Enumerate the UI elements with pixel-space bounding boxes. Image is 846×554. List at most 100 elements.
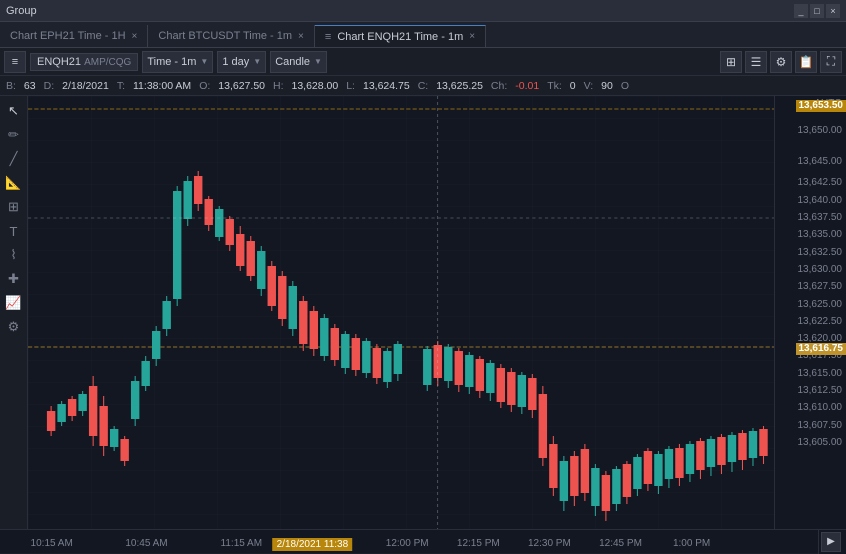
volume-value: 90 [601, 80, 613, 92]
price-axis: AUTO 13,653.50 13,650.00 13,645.00 13,64… [774, 96, 846, 529]
price-13632: 13,632.50 [798, 248, 843, 258]
text-tool[interactable]: T [3, 220, 25, 242]
chart-type-selector[interactable]: Candle ▼ [270, 51, 327, 73]
price-13622: 13,622.50 [798, 317, 843, 327]
period-arrow: ▼ [253, 57, 261, 66]
timeframe-arrow: ▼ [200, 57, 208, 66]
time-axis-inner[interactable]: 10:15 AM 10:45 AM 11:15 AM 2/18/2021 11:… [28, 530, 818, 553]
time-axis-corner: ▶ [818, 530, 846, 554]
price-13640: 13,640.00 [798, 196, 843, 206]
maximize-button[interactable]: □ [810, 4, 824, 18]
price-13615: 13,615.00 [798, 369, 843, 379]
timeframe-selector[interactable]: Time - 1m ▼ [142, 51, 213, 73]
low-value: 13,624.75 [363, 80, 410, 92]
chart-svg [28, 96, 774, 529]
price-13630: 13,630.00 [798, 265, 843, 275]
tab-btcusdt-label: Chart BTCUSDT Time - 1m [158, 30, 292, 42]
orders-icon-btn[interactable]: 📋 [795, 51, 817, 73]
close-button[interactable]: × [826, 4, 840, 18]
title-bar: Group _ □ × [0, 0, 846, 22]
price-13627: 13,627.50 [798, 282, 843, 292]
fibonacci-tool[interactable]: ⌇ [3, 244, 25, 266]
volume-label: V: [584, 80, 594, 92]
price-13612: 13,612.50 [798, 386, 843, 396]
price-13607: 13,607.50 [798, 421, 843, 431]
properties-icon-btn[interactable]: ⚙ [770, 51, 792, 73]
time-1015: 10:15 AM [31, 538, 73, 549]
price-13610: 13,610.00 [798, 403, 843, 413]
tab-eph21[interactable]: Chart EPH21 Time - 1H × [0, 25, 148, 47]
date-label: D: [44, 80, 55, 92]
time-1215: 12:15 PM [457, 538, 500, 549]
timeframe-label: Time - 1m [147, 56, 196, 68]
last-price-label: 13,616.75 [796, 343, 846, 355]
cursor-tool[interactable]: ↖ [3, 100, 25, 122]
time-1045: 10:45 AM [125, 538, 167, 549]
scroll-right-button[interactable]: ▶ [821, 532, 841, 552]
indicator-tool[interactable]: 📈 [3, 292, 25, 314]
tab-btcusdt-close[interactable]: × [298, 31, 304, 42]
left-toolbar: ↖ ✏ ╱ 📐 ⊞ T ⌇ ✚ 📈 ⚙ [0, 96, 28, 529]
chart-settings-icon-btn[interactable]: ⊞ [720, 51, 742, 73]
change-value: -0.01 [515, 80, 539, 92]
price-13650: 13,650.00 [798, 126, 843, 136]
price-13645: 13,645.00 [798, 157, 843, 167]
toolbar-right-icons: ⊞ ☰ ⚙ 📋 ⛶ [720, 51, 842, 73]
chart-type-label: Candle [275, 56, 310, 68]
tab-enqh21-label: Chart ENQH21 Time - 1m [337, 31, 463, 43]
current-price-label: 13,653.50 [796, 100, 846, 112]
low-label: L: [346, 80, 355, 92]
minimize-button[interactable]: _ [794, 4, 808, 18]
menu-icon-btn[interactable]: ≡ [4, 51, 26, 73]
grid-tool[interactable]: ⊞ [3, 196, 25, 218]
time-100: 1:00 PM [673, 538, 710, 549]
measure-tool[interactable]: 📐 [3, 172, 25, 194]
change-label: Ch: [491, 80, 507, 92]
close-value: 13,625.25 [436, 80, 483, 92]
price-13642: 13,642.50 [798, 178, 843, 188]
date-value: 2/18/2021 [62, 80, 109, 92]
other-label: O [621, 80, 629, 92]
draw-tool[interactable]: ✏ [3, 124, 25, 146]
title-bar-controls[interactable]: _ □ × [794, 4, 840, 18]
chart-area[interactable]: ENQH21 E-mini NASDAQ-100 March 2021 [28, 96, 774, 529]
chart-type-arrow: ▼ [314, 57, 322, 66]
tab-btcusdt[interactable]: Chart BTCUSDT Time - 1m × [148, 25, 315, 47]
time-1230: 12:30 PM [528, 538, 571, 549]
time-label: T: [117, 80, 125, 92]
price-13637: 13,637.50 [798, 213, 843, 223]
data-view-icon-btn[interactable]: ☰ [745, 51, 767, 73]
title-bar-title: Group [6, 5, 37, 17]
tab-eph21-close[interactable]: × [132, 31, 138, 42]
cross-tool[interactable]: ✚ [3, 268, 25, 290]
time-axis: 10:15 AM 10:45 AM 11:15 AM 2/18/2021 11:… [0, 529, 846, 553]
tab-enqh21-close[interactable]: × [469, 31, 475, 42]
fullscreen-icon-btn[interactable]: ⛶ [820, 51, 842, 73]
close-label: C: [418, 80, 429, 92]
bar-num-value: 63 [24, 80, 36, 92]
period-selector[interactable]: 1 day ▼ [217, 51, 266, 73]
period-label: 1 day [222, 56, 249, 68]
symbol-text: ENQH21 [37, 56, 81, 68]
current-time-label: 2/18/2021 11:38 [273, 538, 353, 551]
settings-tool[interactable]: ⚙ [3, 316, 25, 338]
price-13635: 13,635.00 [798, 230, 843, 240]
time-1245: 12:45 PM [599, 538, 642, 549]
symbol-selector[interactable]: ENQH21 AMP/CQG [30, 53, 138, 71]
open-label: O: [199, 80, 210, 92]
price-13625: 13,625.00 [798, 300, 843, 310]
open-value: 13,627.50 [218, 80, 265, 92]
bar-num-label: B: [6, 80, 16, 92]
tab-enqh21-icon: ≡ [325, 31, 331, 43]
time-1115: 11:15 AM [221, 538, 263, 549]
price-13605: 13,605.00 [798, 438, 843, 448]
chart-container: ↖ ✏ ╱ 📐 ⊞ T ⌇ ✚ 📈 ⚙ ENQH21 E-mini NASDAQ… [0, 96, 846, 529]
ticks-label: Tk: [547, 80, 562, 92]
tab-bar: Chart EPH21 Time - 1H × Chart BTCUSDT Ti… [0, 22, 846, 48]
line-tool[interactable]: ╱ [3, 148, 25, 170]
info-bar: B: 63 D: 2/18/2021 T: 11:38:00 AM O: 13,… [0, 76, 846, 96]
tab-enqh21[interactable]: ≡ Chart ENQH21 Time - 1m × [315, 25, 486, 47]
toolbar: ≡ ENQH21 AMP/CQG Time - 1m ▼ 1 day ▼ Can… [0, 48, 846, 76]
tab-eph21-label: Chart EPH21 Time - 1H [10, 30, 126, 42]
symbol-extra: AMP/CQG [84, 57, 131, 68]
